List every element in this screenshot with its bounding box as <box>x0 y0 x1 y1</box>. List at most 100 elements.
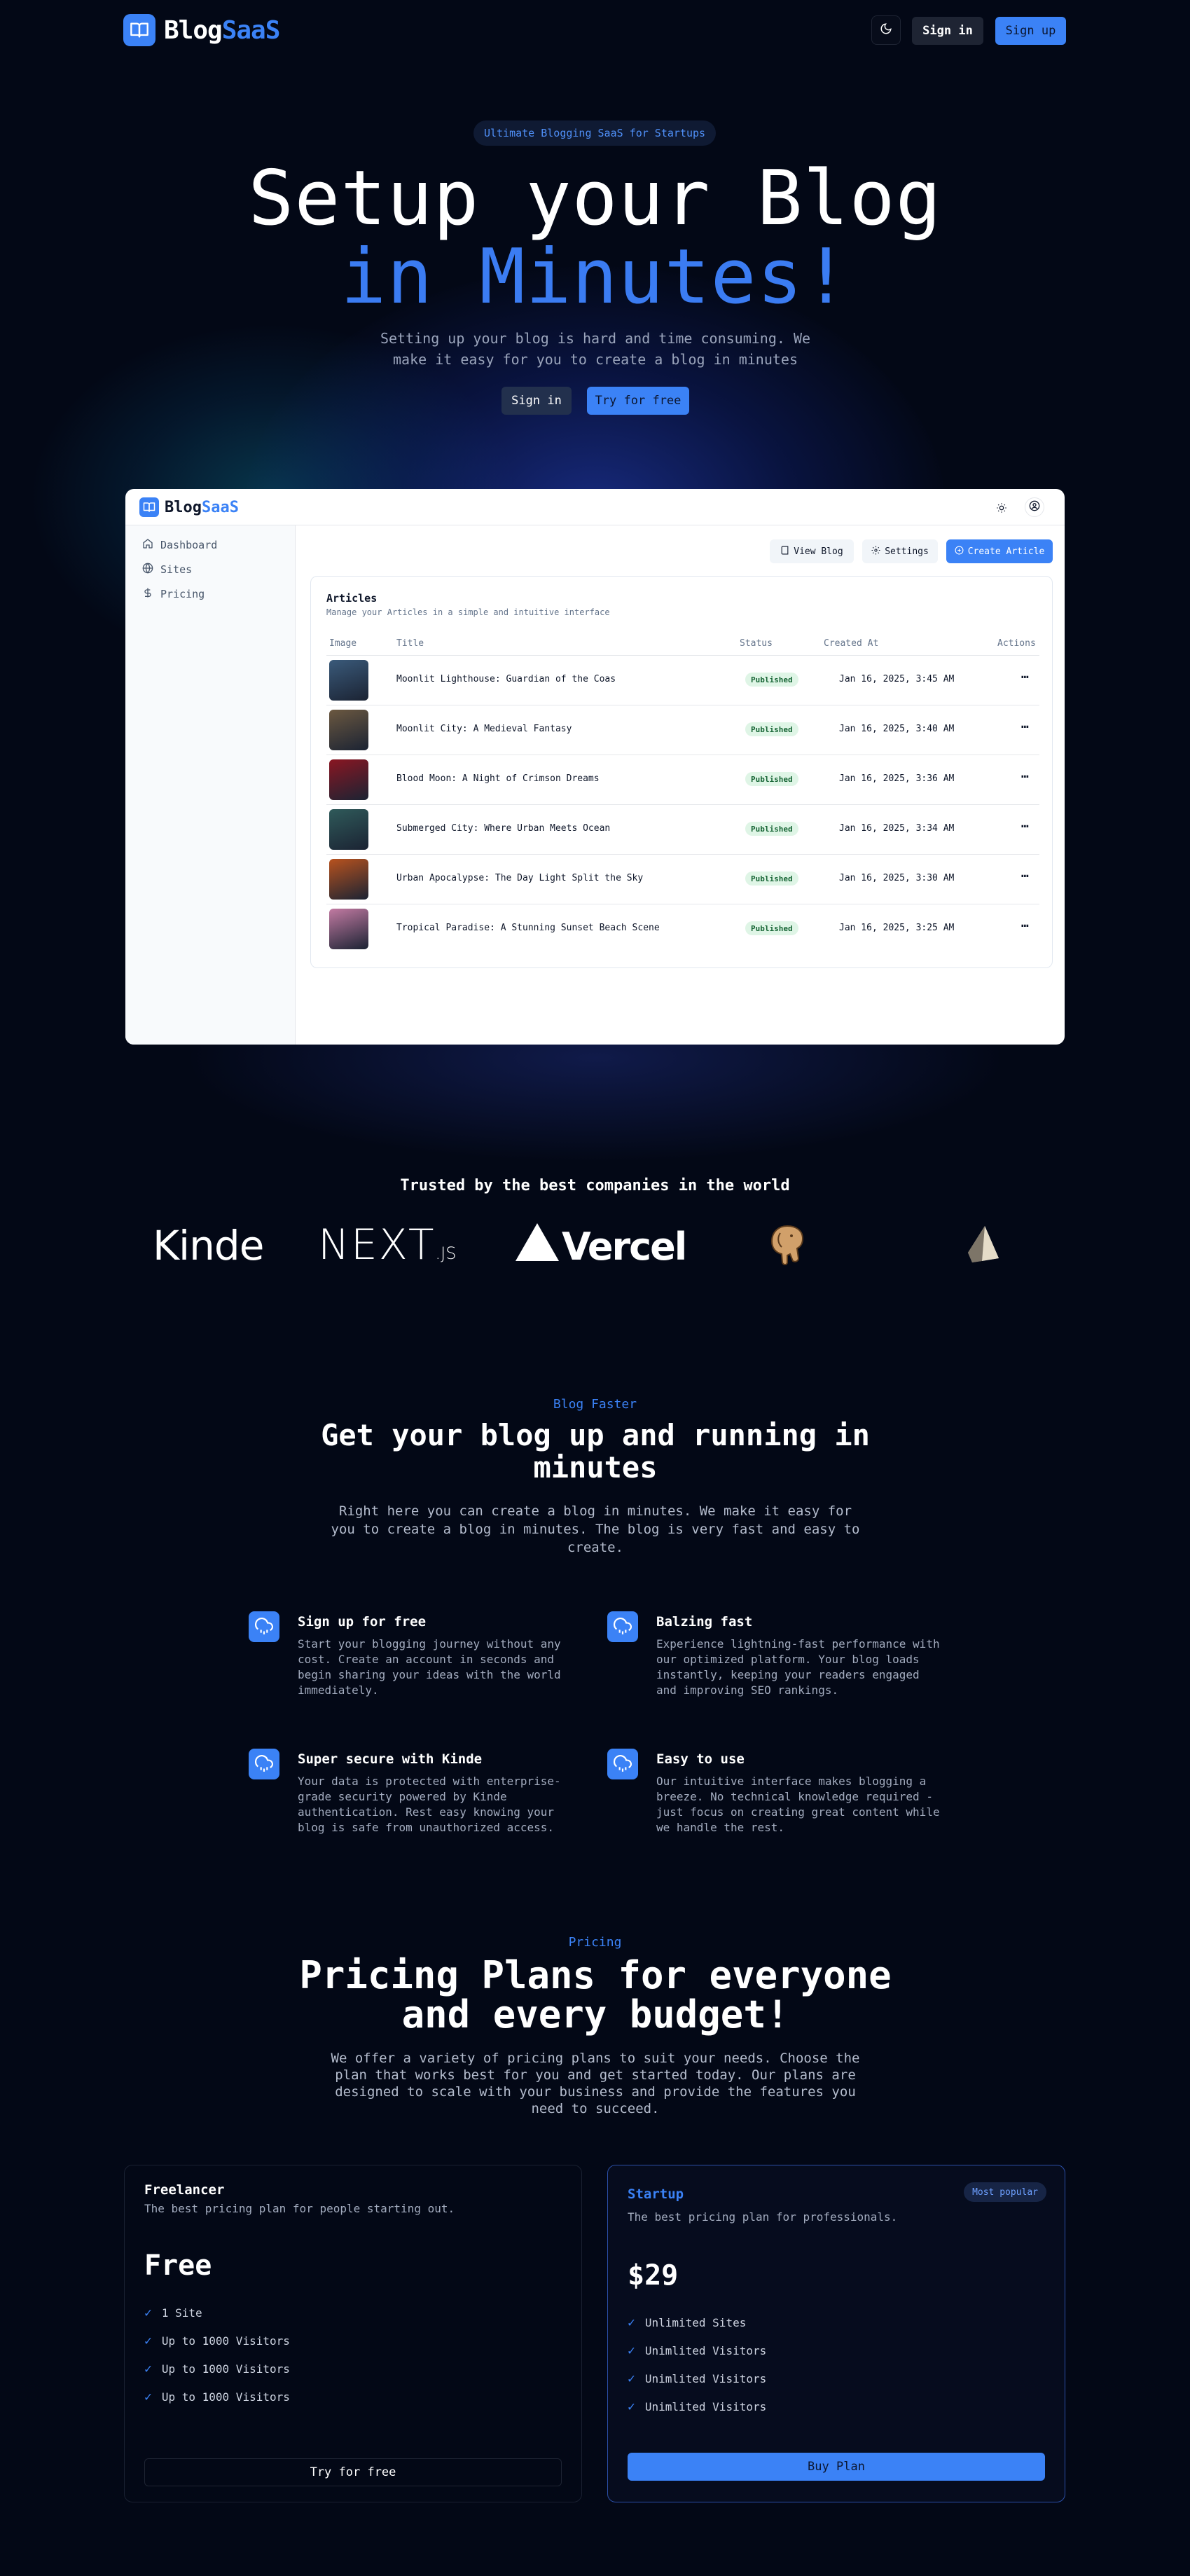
vercel-logo: Vercel <box>516 1223 687 1270</box>
column-header-status: Status <box>740 638 773 649</box>
plan-feature: ✓ 1 Site <box>144 2306 202 2320</box>
check-icon: ✓ <box>144 2306 152 2320</box>
hero-signin-button[interactable]: Sign in <box>501 387 572 415</box>
check-icon: ✓ <box>144 2390 152 2404</box>
feature-description: Your data is protected with enterprise-g… <box>298 1775 561 1834</box>
article-date: Jan 16, 2025, 3:40 AM <box>839 724 955 734</box>
sun-icon[interactable] <box>992 499 1011 517</box>
sidebar-item-label: Pricing <box>160 588 205 600</box>
check-icon: ✓ <box>628 2399 635 2414</box>
more-actions-icon[interactable]: ⋯ <box>1021 719 1029 734</box>
hero-badge: Ultimate Blogging SaaS for Startups <box>473 120 716 146</box>
article-thumbnail <box>329 859 368 900</box>
features-subtitle: Right here you can create a blog in minu… <box>331 1503 860 1555</box>
status-badge: Published <box>745 872 798 886</box>
plan-feature-label: Unimlited Visitors <box>644 2344 767 2357</box>
feature-description: Experience lightning-fast performance wi… <box>656 1637 940 1697</box>
feature-title: Easy to use <box>656 1751 745 1767</box>
try-free-button[interactable]: Try for free <box>144 2458 562 2486</box>
theme-toggle-button[interactable] <box>871 15 901 45</box>
create-article-button[interactable]: Create Article <box>946 539 1053 563</box>
more-actions-icon[interactable]: ⋯ <box>1021 670 1029 684</box>
cloud-rain-icon <box>607 1611 638 1642</box>
table-row[interactable]: Blood Moon: A Night of Crimson Dreams Pu… <box>326 755 1039 804</box>
user-icon <box>1029 500 1040 514</box>
signup-button[interactable]: Sign up <box>995 17 1066 45</box>
plan-name: Startup <box>628 2186 684 2202</box>
table-row[interactable]: Tropical Paradise: A Stunning Sunset Bea… <box>326 904 1039 953</box>
sidebar-item-dashboard[interactable]: Dashboard <box>142 538 217 552</box>
article-thumbnail <box>329 660 368 701</box>
dashboard-preview: BlogSaaS Dashboard Sites Pricing View Bl… <box>125 489 1065 1045</box>
buy-plan-button[interactable]: Buy Plan <box>628 2453 1045 2481</box>
check-icon: ✓ <box>144 2362 152 2376</box>
table-row[interactable]: Submerged City: Where Urban Meets Ocean … <box>326 804 1039 854</box>
nextjs-logo-sub: .JS <box>435 1244 457 1263</box>
table-row[interactable]: Moonlit Lighthouse: Guardian of the Coas… <box>326 655 1039 705</box>
more-actions-icon[interactable]: ⋯ <box>1021 819 1029 834</box>
view-blog-button[interactable]: View Blog <box>770 539 854 563</box>
feature-item: Super secure with Kinde Your data is pro… <box>249 1749 561 1840</box>
book-icon <box>780 546 789 558</box>
more-actions-icon[interactable]: ⋯ <box>1021 918 1029 933</box>
plan-feature-label: Up to 1000 Visitors <box>161 2334 290 2348</box>
triangle-icon <box>516 1223 559 1270</box>
sidebar-item-sites[interactable]: Sites <box>142 563 192 577</box>
feature-title: Sign up for free <box>298 1614 427 1630</box>
gear-icon <box>871 546 880 558</box>
logo[interactable]: BlogSaaS <box>123 14 281 46</box>
dashboard-header: BlogSaaS <box>125 489 1065 525</box>
hero-title-line1: Setup your Blog <box>248 155 942 242</box>
logo-text-main: Blog <box>164 15 223 45</box>
status-badge: Published <box>745 822 798 836</box>
sidebar-item-label: Dashboard <box>160 539 218 551</box>
dashboard-logo[interactable]: BlogSaaS <box>139 497 239 517</box>
feature-item: Easy to use Our intuitive interface make… <box>607 1749 940 1840</box>
pricing-card-startup: Startup Most popular The best pricing pl… <box>607 2165 1065 2502</box>
articles-subtitle: Manage your Articles in a simple and int… <box>326 607 610 617</box>
cloud-rain-icon <box>607 1749 638 1779</box>
plan-feature-label: Up to 1000 Visitors <box>161 2390 290 2404</box>
most-popular-badge: Most popular <box>964 2182 1046 2202</box>
status-badge: Published <box>745 772 798 786</box>
table-row[interactable]: Moonlit City: A Medieval Fantasy Publish… <box>326 705 1039 755</box>
features-title: Get your blog up and running in minutes <box>321 1418 870 1485</box>
column-header-image: Image <box>329 638 357 649</box>
view-blog-label: View Blog <box>794 546 843 557</box>
dashboard-logo-text: BlogSaaS <box>165 499 239 516</box>
article-title: Moonlit City: A Medieval Fantasy <box>396 724 572 734</box>
plan-feature: ✓ Up to 1000 Visitors <box>144 2362 290 2376</box>
article-title: Urban Apocalypse: The Day Light Split th… <box>396 873 644 883</box>
check-icon: ✓ <box>628 2343 635 2358</box>
status-badge: Published <box>745 673 798 687</box>
more-actions-icon[interactable]: ⋯ <box>1021 869 1029 883</box>
plan-feature: ✓ Up to 1000 Visitors <box>144 2334 290 2348</box>
hero-try-free-button[interactable]: Try for free <box>587 387 689 415</box>
logo-text: BlogSaaS <box>164 15 281 45</box>
sidebar-item-pricing[interactable]: Pricing <box>142 587 205 601</box>
check-icon: ✓ <box>628 2371 635 2386</box>
table-row[interactable]: Urban Apocalypse: The Day Light Split th… <box>326 854 1039 904</box>
pricing-eyebrow: Pricing <box>568 1935 622 1950</box>
plan-feature: ✓ Unimlited Visitors <box>628 2371 766 2386</box>
pricing-card-freelancer: Freelancer The best pricing plan for peo… <box>124 2165 582 2502</box>
plan-feature: ✓ Unlimited Sites <box>628 2315 746 2330</box>
settings-button[interactable]: Settings <box>862 539 938 563</box>
book-icon <box>123 14 155 46</box>
globe-icon <box>142 563 153 577</box>
logo-text-accent: SaaS <box>221 15 281 45</box>
more-actions-icon[interactable]: ⋯ <box>1021 769 1029 784</box>
home-icon <box>142 538 153 552</box>
column-header-actions: Actions <box>997 638 1036 649</box>
article-title: Blood Moon: A Night of Crimson Dreams <box>396 773 600 784</box>
article-date: Jan 16, 2025, 3:36 AM <box>839 773 955 784</box>
article-date: Jan 16, 2025, 3:25 AM <box>839 923 955 933</box>
signin-button[interactable]: Sign in <box>912 17 983 45</box>
nextjs-logo-main: NEXT <box>318 1220 436 1269</box>
feature-item: Sign up for free Start your blogging jou… <box>249 1611 561 1702</box>
articles-card: Articles Manage your Articles in a simpl… <box>310 576 1053 968</box>
sidebar-item-label: Sites <box>160 563 193 576</box>
plus-circle-icon <box>955 546 964 558</box>
article-date: Jan 16, 2025, 3:30 AM <box>839 873 955 883</box>
user-avatar-button[interactable] <box>1025 497 1044 517</box>
